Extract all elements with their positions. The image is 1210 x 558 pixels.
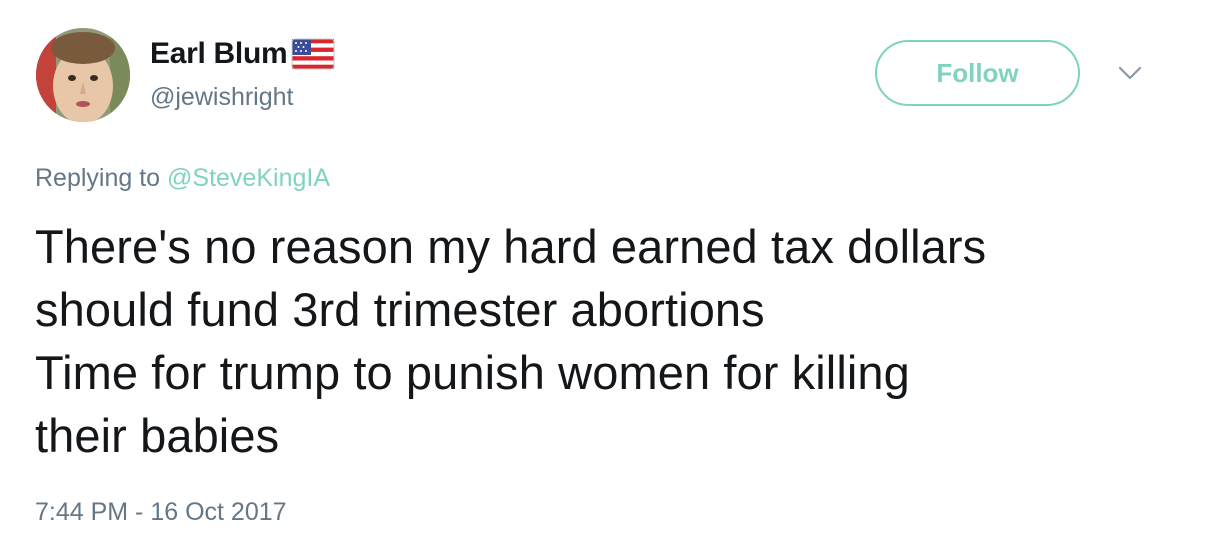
replying-to: Replying to @SteveKingIA [35, 164, 330, 193]
author-name-row: Earl Blum [150, 34, 335, 74]
avatar[interactable] [36, 28, 130, 122]
profile-photo [36, 28, 130, 122]
chevron-down-icon[interactable] [1115, 62, 1145, 84]
author-handle[interactable]: @jewishright [150, 83, 293, 112]
reply-to-handle-link[interactable]: @SteveKingIA [167, 164, 330, 192]
tweet-timestamp[interactable]: 7:44 PM - 16 Oct 2017 [35, 498, 287, 527]
follow-button[interactable]: Follow [875, 40, 1080, 106]
replying-to-label: Replying to [35, 164, 161, 192]
us-flag-icon [291, 37, 335, 71]
display-name[interactable]: Earl Blum [150, 37, 288, 71]
tweet-text: There's no reason my hard earned tax dol… [35, 220, 987, 462]
